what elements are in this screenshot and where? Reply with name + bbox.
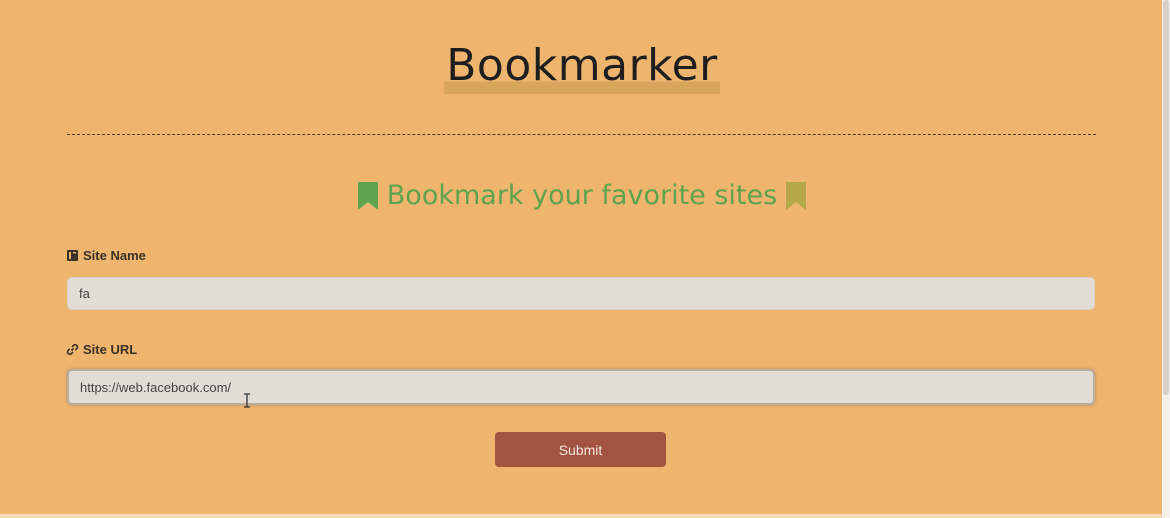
site-url-label: Site URL xyxy=(66,342,137,357)
page-title: Bookmarker xyxy=(444,38,720,94)
scrollbar[interactable] xyxy=(1162,0,1170,518)
site-url-input[interactable] xyxy=(67,369,1095,405)
link-icon xyxy=(66,344,79,355)
bookmark-icon xyxy=(357,181,378,210)
site-name-label: Site Name xyxy=(66,248,146,263)
book-icon xyxy=(67,250,78,261)
text-cursor-icon xyxy=(244,393,250,408)
header: Bookmarker xyxy=(0,38,1164,94)
bottom-edge xyxy=(0,514,1162,518)
scrollbar-thumb[interactable] xyxy=(1163,0,1169,395)
subheader: Bookmark your favorite sites xyxy=(0,180,1164,216)
bookmark-icon xyxy=(786,181,807,210)
submit-button[interactable]: Submit xyxy=(495,432,666,467)
site-name-label-text: Site Name xyxy=(83,248,146,263)
dashed-divider xyxy=(67,134,1096,135)
page: Bookmarker Bookmark your favorite sites … xyxy=(0,0,1170,518)
site-name-input[interactable] xyxy=(67,277,1095,310)
site-url-label-text: Site URL xyxy=(83,342,138,357)
subheader-heading: Bookmark your favorite sites xyxy=(357,180,807,211)
subheader-text: Bookmark your favorite sites xyxy=(386,180,778,211)
